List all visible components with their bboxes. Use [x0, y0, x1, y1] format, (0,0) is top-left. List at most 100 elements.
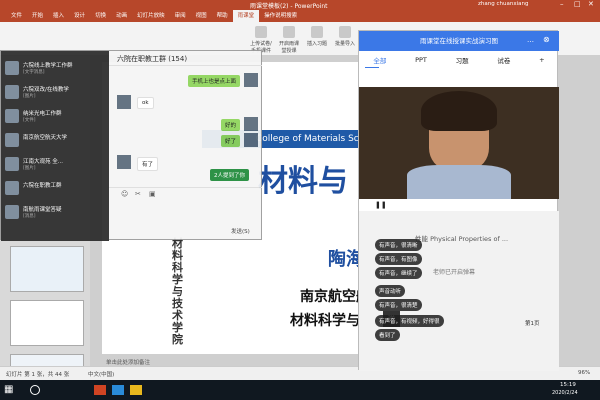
chat-message: 好的 — [220, 119, 240, 131]
contact-avatar — [5, 85, 19, 99]
close-panel-icon[interactable]: ⊗ — [543, 35, 550, 44]
danmu-message: 看到了 — [375, 329, 400, 341]
slide-title: 材料与 — [258, 164, 348, 199]
contact-item[interactable]: 纳米光电工作群 [文件] — [5, 107, 105, 125]
window-title: 雨课堂模板(2) - PowerPoint — [250, 3, 328, 10]
danmu-list: 有声音，很清晰 有声音，有图像 有声音，继续了 声音动听有声音，很清楚有声音，有视频，… — [359, 211, 559, 371]
danmu-message: 有声音，继续了 — [375, 267, 422, 279]
more-icon[interactable]: … — [527, 36, 534, 44]
danmu-message: 有声音，很清楚 — [375, 299, 422, 311]
danmu-message: 有声音，有视频，好得很 — [375, 315, 444, 327]
contact-item[interactable]: 南航雨课堂答疑 [消息] — [5, 203, 105, 221]
contact-name: 江南大观苑 全... — [23, 159, 63, 165]
divider — [109, 65, 262, 66]
powerpoint-taskbar-icon[interactable] — [94, 385, 106, 395]
slide-counter: 幻灯片 第 1 张，共 44 张 — [6, 372, 70, 378]
contact-status: [文字消息] — [23, 70, 45, 75]
search-icon[interactable] — [30, 385, 40, 395]
danmu-message: 有声音，很清晰 — [375, 239, 422, 251]
send-button[interactable]: 发送(S) — [231, 227, 250, 235]
windows-start-icon[interactable]: ▦ — [4, 384, 13, 395]
pause-icon[interactable]: ❚❚ — [375, 201, 387, 209]
group-title: 六院在职教工群 (154) — [117, 55, 188, 63]
contact-status: [文件] — [23, 118, 36, 123]
contact-status: [图片] — [23, 166, 36, 171]
mention-badge[interactable]: 2人提到了你 — [210, 169, 249, 181]
panel-tab[interactable]: PPT — [415, 56, 427, 64]
emoji-icon[interactable]: ☺ — [121, 190, 128, 198]
language-indicator: 中文(中国) — [88, 372, 115, 378]
rain-classroom-panel[interactable]: 雨课堂在线授课实战演习图 … ⊗ 全部 PPT 习题 试卷 + ❚❚ 性能 Physic… — [358, 30, 559, 371]
ribbon-tab[interactable]: 雨课堂 — [232, 10, 260, 22]
ribbon-button[interactable]: 插入习题 — [306, 26, 328, 52]
contact-status: [图片] — [23, 94, 36, 99]
minimize-icon[interactable]: – — [560, 0, 564, 8]
ribbon-button[interactable]: 开启雨课堂授课 — [278, 26, 300, 54]
close-icon[interactable]: ✕ — [588, 0, 594, 8]
contact-avatar — [5, 133, 19, 147]
message-avatar — [244, 73, 258, 87]
title-bar: 雨课堂模板(2) - PowerPoint zhang chuanxiang –… — [0, 0, 600, 10]
clock-date: 2020/2/24 — [552, 390, 578, 396]
contact-avatar — [5, 109, 19, 123]
ribbon-tab[interactable]: 文件 — [6, 10, 27, 22]
contact-status: [消息] — [23, 214, 36, 219]
panel-tab[interactable]: + — [539, 56, 544, 64]
teacher-shoulders — [407, 165, 511, 199]
ribbon-tab[interactable]: 插入 — [48, 10, 69, 22]
ribbon-tab[interactable]: 幻灯片放映 — [132, 10, 170, 22]
message-avatar — [117, 155, 131, 169]
ribbon-tab[interactable]: 动画 — [111, 10, 132, 22]
qq-taskbar-icon[interactable] — [112, 385, 124, 395]
ribbon-button[interactable]: 批量导入 — [334, 26, 356, 52]
contact-avatar — [5, 157, 19, 171]
ribbon-tab[interactable]: 开始 — [27, 10, 48, 22]
notes-placeholder[interactable]: 单击此处添加备注 — [106, 358, 150, 366]
contact-item[interactable]: 六院双改/在线教学 [图片] — [5, 83, 105, 101]
message-avatar — [244, 117, 258, 131]
contact-list[interactable]: 六院线上教学工作群 [文字消息] 六院双改/在线教学 [图片] 纳米光电工作群 [文件] 南… — [1, 51, 109, 241]
ribbon-tab[interactable]: 视图 — [191, 10, 212, 22]
slide-thumbnail[interactable] — [10, 246, 84, 292]
zoom-level[interactable]: 96% — [578, 370, 590, 376]
contact-name: 南京航空航天大学 — [23, 135, 68, 141]
folder-taskbar-icon[interactable] — [130, 385, 142, 395]
qq-chat-window[interactable]: 六院线上教学工作群 [文字消息] 六院双改/在线教学 [图片] 纳米光电工作群 [文件] 南… — [0, 50, 262, 241]
danmu-message: 声音动听 — [375, 285, 406, 297]
contact-avatar — [5, 205, 19, 219]
image-icon[interactable]: ▣ — [149, 190, 156, 198]
start-class-icon — [283, 26, 295, 38]
ribbon-tab[interactable]: 操作说明搜索 — [259, 10, 302, 22]
desktop: 雨课堂模板(2) - PowerPoint zhang chuanxiang –… — [0, 0, 600, 400]
import-icon — [339, 26, 351, 38]
ribbon-tab[interactable]: 设计 — [69, 10, 90, 22]
teacher-video[interactable] — [359, 87, 559, 199]
ribbon-tab[interactable]: 切换 — [90, 10, 111, 22]
ribbon-tab[interactable]: 帮助 — [212, 10, 233, 22]
scissors-icon[interactable]: ✂ — [135, 190, 141, 198]
contact-item[interactable]: 南京航空航天大学 — [5, 131, 105, 149]
chat-message: ok — [137, 97, 154, 109]
user-name[interactable]: zhang chuanxiang — [478, 1, 528, 7]
maximize-icon[interactable]: □ — [574, 0, 581, 8]
panel-tab[interactable]: 习题 — [456, 55, 469, 65]
taskbar: ▦ 15:19 2020/2/24 — [0, 380, 600, 400]
slide-vertical-text: 材料科学与技术学院 — [172, 237, 183, 346]
contact-name: 六院在职教工群 — [23, 183, 62, 189]
contact-item[interactable]: 六院线上教学工作群 [文字消息] — [5, 59, 105, 77]
divider — [109, 187, 262, 188]
danmu-message: 有声音，有图像 — [375, 253, 422, 265]
panel-tab[interactable]: 试卷 — [497, 55, 510, 65]
panel-tab[interactable]: 全部 — [373, 55, 386, 65]
ribbon-tabs: 文件 开始 插入 设计 切换 动画 幻灯片放映 审阅 视图 帮助 雨课堂 操作说明搜索 — [0, 10, 600, 22]
contact-item[interactable]: 江南大观苑 全... [图片] — [5, 155, 105, 173]
ribbon-tab[interactable]: 审阅 — [170, 10, 191, 22]
slide-department: 材料科学与 — [290, 313, 360, 329]
contact-avatar — [5, 181, 19, 195]
contact-item[interactable]: 六院在职教工群 — [5, 179, 105, 197]
slide-thumbnail[interactable] — [10, 300, 84, 346]
ribbon-button[interactable]: 上传试卷/手机课件 — [250, 26, 272, 54]
contact-name: 南航雨课堂答疑 — [23, 207, 62, 213]
insert-question-icon — [311, 26, 323, 38]
chat-message: 好了 — [220, 135, 240, 147]
